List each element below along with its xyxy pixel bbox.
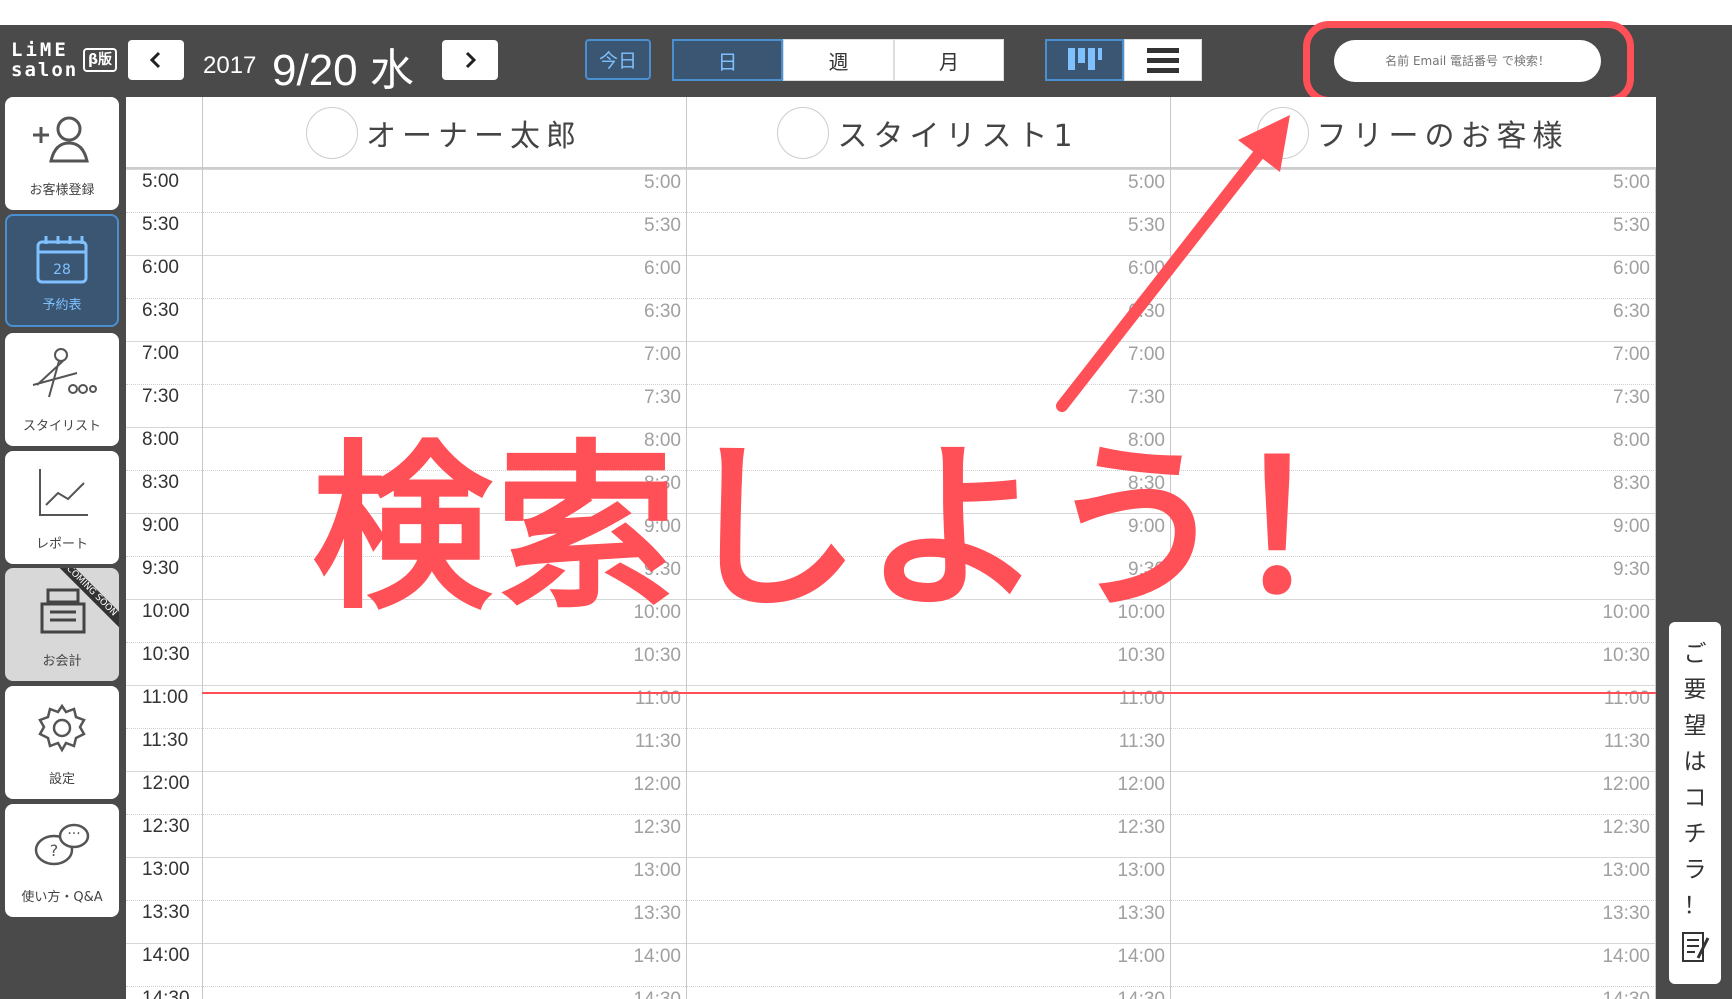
search-callout-text: 検索しよう！ <box>312 425 1417 634</box>
